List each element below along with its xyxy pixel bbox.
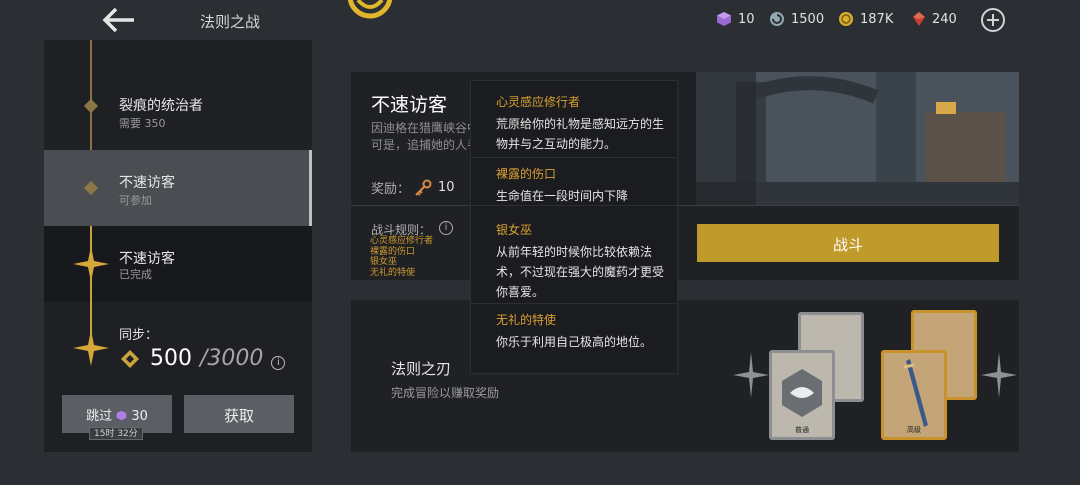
sync-label: 同步： — [119, 328, 159, 343]
rule-item: 心灵感应修行者 — [370, 236, 434, 246]
page-title: 法则之战 — [200, 13, 261, 31]
blade-rewards-card: 法则之刃 完成冒险以赚取奖励 普通 高级 — [351, 300, 1019, 452]
resource-gems: 240 — [912, 11, 957, 27]
sync-progress: 500 /3000 i — [120, 346, 286, 371]
tooltip-divider — [471, 303, 677, 304]
red-gem-icon — [913, 12, 925, 26]
rule-item: 银女巫 — [370, 257, 398, 267]
resource-coins: 187K — [838, 11, 893, 27]
stage-name: 不速访客 — [119, 251, 175, 267]
resource-cubes: 10 — [716, 11, 755, 27]
skip-label: 跳过 — [86, 409, 113, 424]
tooltip-rule: 裸露的伤口 生命值在一段时间内下降 — [496, 165, 666, 206]
stage-node — [83, 180, 99, 196]
stage-item-uninvited-guest-active[interactable]: 不速访客 可参加 — [44, 150, 312, 226]
battle-rules-tooltip: 心灵感应修行者 荒原给你的礼物是感知远方的生物并与之互动的能力。 裸露的伤口 生… — [470, 80, 678, 374]
tooltip-rule-body: 荒原给你的礼物是感知远方的生物并与之互动的能力。 — [496, 117, 665, 151]
key-icon — [415, 179, 432, 196]
reward-card-gold[interactable]: 高级 — [881, 350, 947, 440]
gem-count: 240 — [932, 11, 957, 27]
resource-tokens: 1500 — [769, 11, 824, 27]
card-tier-label: 普通 — [795, 426, 809, 434]
reward-row: 奖励： 10 — [371, 178, 455, 197]
rule-item: 裸露的伤口 — [370, 246, 416, 257]
blade-title: 法则之刃 — [391, 360, 452, 378]
card-tier-label: 高级 — [907, 426, 921, 434]
skip-cost: 30 — [131, 409, 148, 424]
gold-coin-icon — [839, 12, 853, 26]
sync-max: /3000 — [200, 346, 264, 371]
tooltip-rule-body: 你乐于利用自己极高的地位。 — [496, 335, 653, 349]
stage-name: 裂痕的统治者 — [119, 98, 203, 114]
sparkle-right-icon — [981, 352, 1017, 398]
tooltip-rule: 心灵感应修行者 荒原给你的礼物是感知远方的生物并与之互动的能力。 — [496, 93, 666, 154]
tooltip-rule-body: 生命值在一段时间内下降 — [496, 189, 629, 203]
stage-item-rift-ruler[interactable]: 裂痕的统治者 需要 350 — [44, 65, 312, 141]
tooltip-divider — [471, 157, 677, 158]
stage-node — [83, 98, 99, 114]
tooltip-divider — [471, 205, 677, 206]
add-currency-button[interactable] — [981, 8, 1005, 32]
coin-count: 187K — [860, 11, 894, 27]
sync-star-icon — [73, 330, 109, 366]
tooltip-rule-title: 心灵感应修行者 — [496, 95, 581, 109]
stage-list-panel: 裂痕的统治者 需要 350 不速访客 可参加 不速访客 已完成 同步： 500 … — [44, 40, 312, 452]
stage-item-uninvited-guest-completed[interactable]: 不速访客 已完成 — [44, 226, 312, 302]
info-icon[interactable]: i — [271, 356, 286, 370]
reward-amount: 10 — [438, 180, 455, 195]
completed-star-icon — [73, 246, 109, 282]
emblem-icon — [347, 0, 393, 19]
sync-token-icon — [121, 349, 139, 368]
stage-status: 可参加 — [119, 194, 152, 207]
reward-label: 奖励： — [371, 182, 411, 197]
tooltip-rule-body: 从前年轻的时候你比较依赖法术，不过现在强大的魔药才更受你喜爱。 — [496, 245, 665, 299]
reward-card-grey[interactable]: 普通 — [769, 350, 835, 440]
fight-button[interactable]: 战斗 — [697, 224, 999, 262]
tooltip-rule: 无礼的特使 你乐于利用自己极高的地位。 — [496, 311, 666, 352]
sync-current: 500 — [150, 346, 192, 371]
rule-item: 无礼的特使 — [370, 267, 416, 278]
back-arrow-icon[interactable] — [100, 6, 136, 34]
token-count: 1500 — [791, 11, 825, 27]
quest-card: 不速访客 因迪格在猎鹰峡谷中， 可是，追捕她的人手不 奖励： 10 战斗规则： … — [351, 72, 1019, 280]
sparkle-left-icon — [733, 352, 769, 398]
top-bar: 法则之战 10 1500 187K 240 — [0, 0, 1080, 40]
tribal-emblem-icon — [782, 369, 822, 417]
purple-cube-icon — [717, 12, 731, 26]
ruins-illustration — [696, 72, 1019, 205]
blade-subtitle: 完成冒险以赚取奖励 — [391, 386, 500, 400]
stage-status: 已完成 — [119, 268, 152, 281]
sword-icon — [903, 359, 928, 427]
rules-info-icon[interactable]: i — [439, 221, 453, 235]
get-button[interactable]: 获取 — [184, 395, 294, 433]
tooltip-rule-title: 银女巫 — [496, 223, 533, 237]
tooltip-rule-title: 裸露的伤口 — [496, 167, 557, 181]
quest-art-image — [696, 72, 1019, 205]
stage-requirement: 需要 350 — [119, 117, 166, 130]
divider — [351, 205, 1019, 206]
battle-rules-list: 心灵感应修行者 裸露的伤口 银女巫 无礼的特使 — [370, 236, 433, 278]
tooltip-rule: 银女巫 从前年轻的时候你比较依赖法术，不过现在强大的魔药才更受你喜爱。 — [496, 221, 666, 302]
stage-name: 不速访客 — [119, 175, 175, 191]
skip-timer: 15时 32分 — [89, 427, 143, 440]
purple-cube-icon — [116, 410, 127, 421]
quest-title: 不速访客 — [371, 94, 448, 116]
tooltip-rule-title: 无礼的特使 — [496, 313, 557, 327]
spiral-token-icon — [770, 12, 784, 26]
cube-count: 10 — [738, 11, 755, 27]
